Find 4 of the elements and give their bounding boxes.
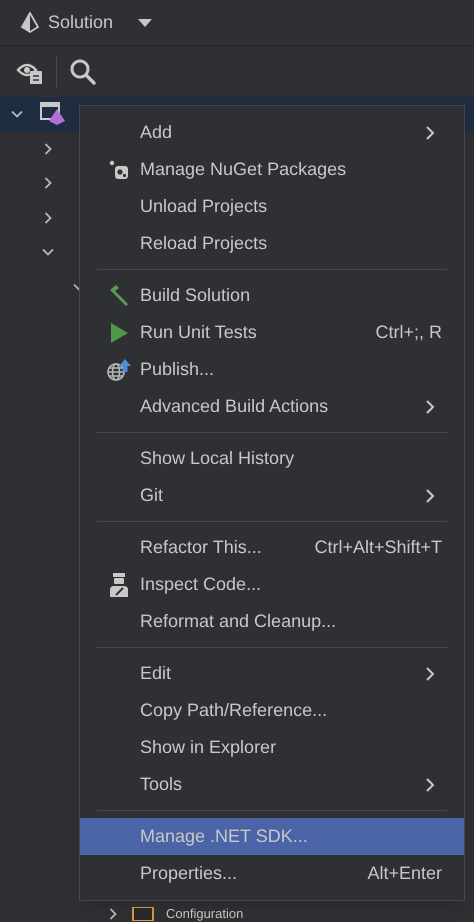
shortcut-label: Ctrl+;, R xyxy=(375,321,442,344)
shortcut-label: Alt+Enter xyxy=(367,862,442,885)
shortcut-label: Ctrl+Alt+Shift+T xyxy=(314,536,442,559)
solution-title: Solution xyxy=(48,11,114,34)
